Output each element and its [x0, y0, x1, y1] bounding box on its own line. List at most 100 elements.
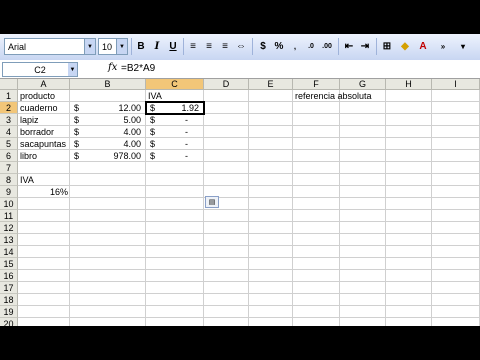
column-header-i[interactable]: I — [432, 79, 480, 90]
column-header-f[interactable]: F — [293, 79, 340, 90]
cell-a6[interactable]: libro — [20, 150, 37, 162]
row-gridline — [18, 293, 480, 294]
row-header-16[interactable]: 16 — [0, 270, 18, 282]
select-all-corner[interactable] — [0, 79, 18, 90]
row-gridline — [18, 317, 480, 318]
row-header-5[interactable]: 5 — [0, 138, 18, 150]
row-gridline — [18, 209, 480, 210]
column-header-d[interactable]: D — [204, 79, 249, 90]
row-header-13[interactable]: 13 — [0, 234, 18, 246]
chevron-down-icon[interactable]: ▼ — [84, 39, 95, 54]
fill-color-icon[interactable]: ◆ — [398, 38, 412, 55]
borders-icon[interactable]: ⊞ — [380, 38, 394, 55]
increase-indent-icon[interactable]: ⇥ — [358, 38, 372, 55]
percent-button[interactable]: % — [272, 38, 286, 55]
row-header-17[interactable]: 17 — [0, 282, 18, 294]
underline-button[interactable]: U — [166, 38, 180, 55]
align-right-icon[interactable]: ≡ — [218, 38, 232, 55]
cell-a4[interactable]: borrador — [20, 126, 54, 138]
column-header-h[interactable]: H — [386, 79, 432, 90]
row-gridline — [18, 257, 480, 258]
cell-b4[interactable]: 4.00 — [72, 126, 141, 138]
toolbar-options-icon[interactable]: » — [436, 38, 450, 55]
cell-f1[interactable]: referencia absoluta — [295, 90, 372, 102]
increase-decimal-icon[interactable]: .0 — [304, 38, 318, 55]
cell-b3[interactable]: 5.00 — [72, 114, 141, 126]
cell-b5[interactable]: 4.00 — [72, 138, 141, 150]
font-name-select[interactable]: Arial ▼ — [4, 38, 96, 55]
toolbar-separator — [376, 38, 377, 55]
row-header-3[interactable]: 3 — [0, 114, 18, 126]
italic-button[interactable]: I — [150, 38, 164, 55]
row-header-4[interactable]: 4 — [0, 126, 18, 138]
row-header-1[interactable]: 1 — [0, 90, 18, 102]
currency-button[interactable]: $ — [256, 38, 270, 55]
cell-a3[interactable]: lapiz — [20, 114, 39, 126]
row-gridline — [18, 305, 480, 306]
chevron-down-icon[interactable]: ▼ — [68, 63, 77, 76]
cell-b6[interactable]: 978.00 — [72, 150, 141, 162]
row-header-9[interactable]: 9 — [0, 186, 18, 198]
cell-a8[interactable]: IVA — [20, 174, 34, 186]
function-icon[interactable]: fx — [108, 62, 117, 73]
font-size-value: 10 — [102, 41, 113, 52]
paste-options-icon[interactable]: ▤ — [205, 196, 219, 208]
comma-style-icon[interactable]: , — [288, 38, 302, 55]
more-icon[interactable]: ▾ — [456, 38, 470, 55]
bold-button[interactable]: B — [134, 38, 148, 55]
row-gridline — [18, 173, 480, 174]
row-header-10[interactable]: 10 — [0, 198, 18, 210]
align-left-icon[interactable]: ≡ — [186, 38, 200, 55]
cell-c4[interactable]: - — [148, 126, 188, 138]
column-header-a[interactable]: A — [18, 79, 70, 90]
chevron-down-icon[interactable]: ▼ — [116, 39, 127, 54]
row-header-14[interactable]: 14 — [0, 246, 18, 258]
name-box[interactable]: C2 ▼ — [2, 62, 78, 77]
decrease-decimal-icon[interactable]: .00 — [320, 38, 334, 55]
row-gridline — [18, 185, 480, 186]
row-header-12[interactable]: 12 — [0, 222, 18, 234]
column-header-g[interactable]: G — [340, 79, 386, 90]
row-gridline — [18, 269, 480, 270]
cell-c5[interactable]: - — [148, 138, 188, 150]
row-gridline — [18, 197, 480, 198]
cell-a5[interactable]: sacapuntas — [20, 138, 66, 150]
row-header-6[interactable]: 6 — [0, 150, 18, 162]
toolbar-separator — [252, 38, 253, 55]
row-gridline — [18, 233, 480, 234]
cell-a2[interactable]: cuaderno — [20, 102, 58, 114]
font-size-select[interactable]: 10 ▼ — [98, 38, 128, 55]
cell-c6[interactable]: - — [148, 150, 188, 162]
row-header-2[interactable]: 2 — [0, 102, 18, 114]
row-header-18[interactable]: 18 — [0, 294, 18, 306]
row-header-15[interactable]: 15 — [0, 258, 18, 270]
decrease-indent-icon[interactable]: ⇤ — [342, 38, 356, 55]
row-header-19[interactable]: 19 — [0, 306, 18, 318]
formula-input[interactable]: =B2*A9 — [121, 63, 155, 74]
cell-a9[interactable]: 16% — [20, 186, 68, 198]
excel-window: Arial ▼ 10 ▼ B I U ≡ ≡ ≡ ⇔ $ % , .0 .00 … — [0, 34, 480, 326]
toolbar-separator — [183, 38, 184, 55]
name-box-value: C2 — [34, 64, 46, 75]
align-center-icon[interactable]: ≡ — [202, 38, 216, 55]
cell-c3[interactable]: - — [148, 114, 188, 126]
font-color-icon[interactable]: A — [416, 38, 430, 55]
row-header-11[interactable]: 11 — [0, 210, 18, 222]
row-header-20[interactable]: 20 — [0, 318, 18, 326]
merge-center-icon[interactable]: ⇔ — [234, 38, 248, 55]
column-header-b[interactable]: B — [70, 79, 146, 90]
column-header-c[interactable]: C — [146, 79, 204, 90]
active-cell-border — [145, 101, 205, 115]
toolbar-separator — [338, 38, 339, 55]
cell-a1[interactable]: producto — [20, 90, 55, 102]
row-header-8[interactable]: 8 — [0, 174, 18, 186]
worksheet-grid[interactable]: A B C D E F G H I 1 2 3 4 5 6 7 8 9 10 11 12 13 14 15 16 17 18 19 20… — [0, 79, 480, 326]
cell-b2[interactable]: 12.00 — [72, 102, 141, 114]
column-header-e[interactable]: E — [249, 79, 293, 90]
formatting-toolbar: Arial ▼ 10 ▼ B I U ≡ ≡ ≡ ⇔ $ % , .0 .00 … — [0, 34, 480, 61]
row-gridline — [18, 245, 480, 246]
font-name-value: Arial — [8, 41, 27, 52]
toolbar-separator — [131, 38, 132, 55]
row-gridline — [18, 281, 480, 282]
row-header-7[interactable]: 7 — [0, 162, 18, 174]
